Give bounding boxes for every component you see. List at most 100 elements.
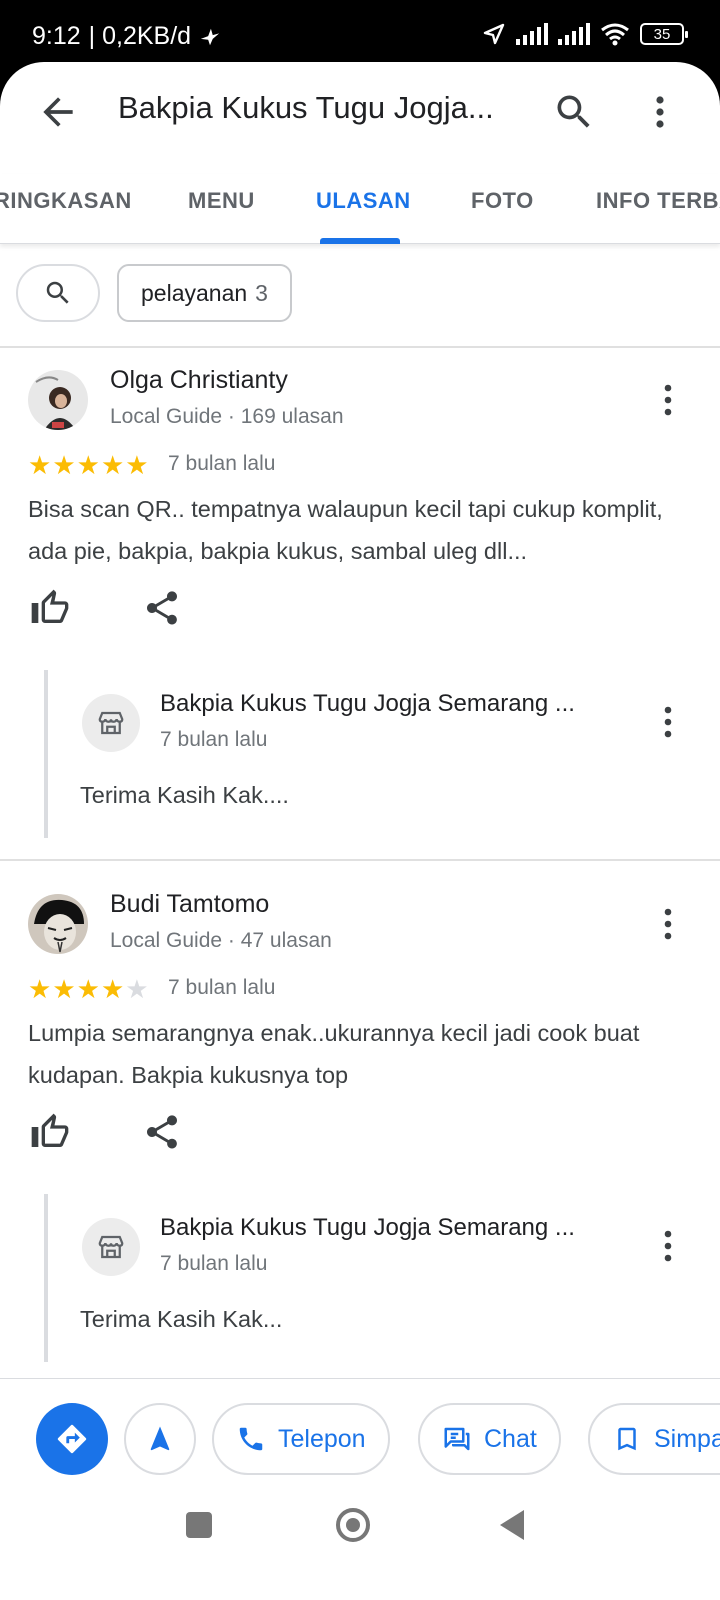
divider [0, 859, 720, 861]
star-icon: ★ [100, 450, 125, 480]
star-icon: ★ [28, 450, 52, 480]
reply-more-button[interactable] [652, 702, 684, 742]
directions-button[interactable] [36, 1403, 108, 1475]
share-button[interactable] [142, 588, 182, 628]
star-rating: ★ ★ ★ ★ ★ [28, 452, 149, 478]
place-tabs: RINGKASAN MENU ULASAN FOTO INFO TERBARU [0, 174, 720, 244]
signal-icon-2 [558, 23, 590, 45]
thumb-up-icon [31, 1113, 69, 1147]
review-text: Lumpia semarangnya enak..ukurannya kecil… [28, 1020, 640, 1088]
share-icon [147, 591, 177, 625]
star-icon: ★ [52, 974, 76, 1004]
navigation-arrow-icon [150, 1426, 170, 1451]
reviewer-name[interactable]: Budi Tamtomo [110, 890, 269, 919]
owner-name: Bakpia Kukus Tugu Jogja Semarang ... [160, 1214, 575, 1241]
star-icon: ★ [125, 450, 149, 480]
status-net-speed: | 0,2KB/d [88, 22, 192, 50]
review-date: 7 bulan lalu [168, 452, 276, 475]
tab-info-terbaru[interactable]: INFO TERBARU [596, 188, 720, 214]
search-button[interactable] [552, 90, 596, 134]
search-icon [557, 95, 590, 128]
tab-foto[interactable]: FOTO [471, 188, 534, 214]
battery-level: 35 [653, 25, 671, 43]
store-icon [98, 711, 124, 735]
status-left: 9:12 | 0,2KB/d [32, 22, 221, 51]
back-button[interactable] [36, 90, 80, 134]
status-time: 9:12 [32, 22, 81, 50]
owner-reply-date: 7 bulan lalu [160, 1252, 268, 1275]
like-button[interactable] [30, 588, 70, 628]
star-icon: ★ [100, 974, 125, 1004]
share-button[interactable] [142, 1112, 182, 1152]
star-icon: ★ [125, 974, 149, 1004]
filter-chip-pelayanan[interactable]: pelayanan 3 [117, 264, 292, 322]
reviewer-meta: Local Guide · 169 ulasan [110, 405, 344, 428]
review-item: Olga Christianty Local Guide · 169 ulasa… [0, 348, 720, 858]
more-vert-icon [664, 1230, 672, 1262]
search-reviews-button[interactable] [16, 264, 100, 322]
bookmark-icon [618, 1427, 636, 1451]
more-vert-icon [664, 706, 672, 738]
reviewer-meta: Local Guide · 47 ulasan [110, 929, 332, 952]
owner-name: Bakpia Kukus Tugu Jogja Semarang ... [160, 690, 575, 717]
tab-ringkasan[interactable]: RINGKASAN [0, 188, 132, 214]
status-bar: 9:12 | 0,2KB/d 35 [0, 0, 720, 70]
owner-reply-text: Terima Kasih Kak... [80, 1306, 283, 1332]
owner-avatar [82, 694, 140, 752]
star-icon: ★ [76, 974, 100, 1004]
owner-reply: Bakpia Kukus Tugu Jogja Semarang ... 7 b… [44, 1194, 704, 1362]
more-vert-icon [656, 96, 664, 128]
reply-more-button[interactable] [652, 1226, 684, 1266]
recents-button[interactable] [186, 1512, 212, 1538]
save-button-label: Simpan [654, 1424, 720, 1453]
reviewer-name[interactable]: Olga Christianty [110, 366, 288, 395]
more-vert-icon [664, 908, 672, 940]
home-button[interactable] [336, 1508, 370, 1542]
location-arrow-icon [483, 23, 505, 45]
thumb-up-icon [31, 589, 69, 623]
place-title: Bakpia Kukus Tugu Jogja... [118, 90, 494, 125]
system-back-button[interactable] [500, 1510, 524, 1540]
star-icon: ★ [76, 450, 100, 480]
star-icon: ★ [52, 450, 76, 480]
arrow-back-icon [43, 97, 73, 127]
tab-menu[interactable]: MENU [188, 188, 255, 214]
chat-button[interactable]: Chat [418, 1403, 561, 1475]
save-button[interactable]: Simpan [588, 1403, 720, 1475]
review-date: 7 bulan lalu [168, 976, 276, 999]
more-vert-icon [664, 384, 672, 416]
review-more-button[interactable] [652, 380, 684, 420]
star-icon: ★ [28, 974, 52, 1004]
review-more-button[interactable] [652, 904, 684, 944]
share-icon [147, 1115, 177, 1149]
search-icon [46, 281, 69, 304]
signal-icon [516, 23, 548, 45]
owner-reply-text: Terima Kasih Kak.... [80, 782, 289, 808]
reviewer-avatar[interactable] [28, 894, 88, 954]
start-navigation-button[interactable] [124, 1403, 196, 1475]
wifi-icon [601, 23, 629, 46]
top-app-bar: Bakpia Kukus Tugu Jogja... [0, 62, 720, 162]
battery-icon: 35 [640, 23, 688, 45]
home-icon [346, 1518, 360, 1532]
maps-place-sheet: Bakpia Kukus Tugu Jogja... RINGKASAN MEN… [0, 62, 720, 1600]
owner-avatar [82, 1218, 140, 1276]
tab-ulasan[interactable]: ULASAN [316, 188, 411, 214]
review-text: Bisa scan QR.. tempatnya walaupun kecil … [28, 496, 663, 564]
call-button[interactable]: Telepon [212, 1403, 390, 1475]
store-icon [98, 1235, 124, 1259]
filter-chip-count: 3 [255, 279, 268, 306]
call-button-label: Telepon [278, 1424, 366, 1453]
chat-icon [444, 1427, 470, 1451]
owner-reply-date: 7 bulan lalu [160, 728, 268, 751]
reviewer-avatar[interactable] [28, 370, 88, 430]
owner-reply: Bakpia Kukus Tugu Jogja Semarang ... 7 b… [44, 670, 704, 838]
filter-chip-label: pelayanan [141, 279, 248, 306]
phone-icon [239, 1427, 263, 1451]
review-filters: pelayanan 3 [0, 262, 720, 344]
directions-icon [57, 1424, 87, 1454]
star-rating: ★ ★ ★ ★ ★ [28, 976, 149, 1002]
place-action-bar: Telepon Chat Simpan [0, 1378, 720, 1496]
like-button[interactable] [30, 1112, 70, 1152]
more-options-button[interactable] [642, 90, 678, 134]
